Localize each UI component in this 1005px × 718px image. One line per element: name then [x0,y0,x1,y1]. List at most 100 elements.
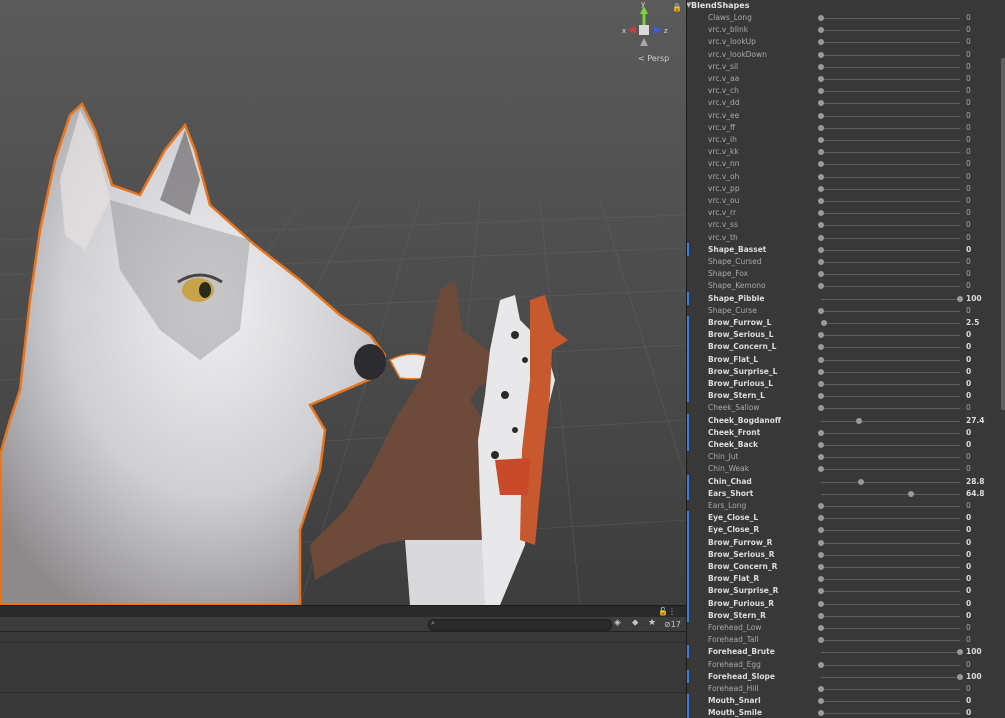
blendshape-value-field[interactable]: 0 [966,330,971,339]
slider-handle[interactable] [818,137,824,143]
blendshape-value-field[interactable]: 0 [966,440,971,449]
slider-handle[interactable] [818,39,824,46]
blendshape-value-field[interactable]: 0 [966,367,971,376]
star-icon[interactable]: ★ [648,618,656,628]
blendshape-value-field[interactable]: 100 [966,672,982,681]
slider-handle[interactable] [858,478,865,485]
blendshape-slider[interactable] [821,603,960,605]
slider-handle[interactable] [908,490,915,497]
blendshape-slider[interactable] [821,554,960,556]
blendshape-slider[interactable] [821,286,960,288]
blendshape-slider[interactable] [821,432,960,434]
slider-handle[interactable] [818,210,824,217]
blendshape-value-field[interactable]: 0 [966,196,971,205]
blendshape-value-field[interactable]: 0 [966,708,971,717]
blendshape-value-field[interactable]: 27.4 [966,416,985,425]
hidden-count[interactable]: ⊘17 [664,620,681,629]
slider-handle[interactable] [818,527,824,534]
slider-handle[interactable] [818,259,824,265]
blendshape-value-field[interactable]: 0 [966,123,971,132]
slider-handle[interactable] [818,234,824,241]
blendshape-value-field[interactable]: 0 [966,562,971,571]
blendshape-value-field[interactable]: 0 [966,550,971,559]
blendshape-value-field[interactable]: 0 [966,586,971,595]
slider-handle[interactable] [818,88,824,95]
slider-handle[interactable] [818,466,824,473]
blendshape-slider[interactable] [821,237,960,239]
blendshape-slider[interactable] [821,152,960,154]
blendshape-value-field[interactable]: 0 [966,25,971,34]
blendshape-value-field[interactable]: 64.8 [966,489,985,498]
slider-handle[interactable] [818,271,824,278]
slider-handle[interactable] [818,698,824,705]
blendshape-slider[interactable] [821,201,960,202]
blendshape-value-field[interactable]: 2.5 [966,318,979,327]
blendshape-value-field[interactable]: 0 [966,391,971,400]
blendshape-value-field[interactable]: 100 [966,647,982,656]
slider-handle[interactable] [818,539,824,546]
blendshape-slider[interactable] [821,701,960,703]
blendshape-slider[interactable] [821,676,960,678]
cube-filter-icon[interactable]: ◈ [614,618,621,628]
blendshape-slider[interactable] [821,384,960,385]
blendshape-slider[interactable] [821,176,960,178]
slider-handle[interactable] [818,625,824,631]
slider-handle[interactable] [957,673,963,680]
blendshape-value-field[interactable]: 0 [966,233,971,242]
blendshape-value-field[interactable]: 0 [966,269,971,278]
slider-handle[interactable] [818,600,824,607]
slider-handle[interactable] [818,51,824,58]
slider-handle[interactable] [818,564,824,570]
blendshape-value-field[interactable]: 0 [966,623,971,632]
slider-handle[interactable] [818,112,824,119]
blendshape-value-field[interactable]: 0 [966,464,971,473]
blendshape-slider[interactable] [821,652,960,654]
slider-handle[interactable] [818,222,824,229]
blendshape-slider[interactable] [821,615,960,617]
blendshape-slider[interactable] [821,518,960,520]
blendshape-value-field[interactable]: 0 [966,184,971,193]
tag-icon[interactable]: ⬥ [632,618,638,628]
slider-handle[interactable] [821,320,828,326]
blendshape-slider[interactable] [821,579,960,581]
blendshape-slider[interactable] [821,213,960,215]
slider-handle[interactable] [818,710,824,717]
blendshape-slider[interactable] [821,91,960,93]
blendshape-slider[interactable] [821,66,960,68]
slider-handle[interactable] [818,173,824,180]
blendshape-slider[interactable] [821,371,960,373]
lock-icon[interactable]: 🔒 [672,3,682,12]
slider-handle[interactable] [818,588,824,595]
slider-handle[interactable] [818,405,824,412]
blendshape-slider[interactable] [821,493,960,495]
slider-handle[interactable] [818,198,824,204]
slider-handle[interactable] [818,63,824,70]
slider-handle[interactable] [818,161,824,168]
blendshape-value-field[interactable]: 0 [966,281,971,290]
slider-handle[interactable] [818,27,824,34]
blendshape-slider[interactable] [821,140,960,141]
blendshape-slider[interactable] [821,310,960,312]
slider-handle[interactable] [818,551,824,558]
blendshape-value-field[interactable]: 0 [966,257,971,266]
blendshape-value-field[interactable]: 0 [966,245,971,254]
blendshape-value-field[interactable]: 0 [966,135,971,144]
blendshape-value-field[interactable]: 0 [966,147,971,156]
blendshape-value-field[interactable]: 0 [966,635,971,644]
blendshape-value-field[interactable]: 0 [966,599,971,608]
scrollbar[interactable] [1001,58,1005,410]
blendshape-value-field[interactable]: 0 [966,98,971,107]
blendshape-value-field[interactable]: 0 [966,501,971,510]
lock-icon[interactable]: 🔓⋮ [658,607,676,616]
blendshape-value-field[interactable]: 0 [966,403,971,412]
blendshape-value-field[interactable]: 28.8 [966,477,985,486]
blendshape-value-field[interactable]: 0 [966,696,971,705]
blendshape-slider[interactable] [821,506,960,507]
scene-view[interactable]: y x z 🔒 < Persp [0,0,686,605]
blendshape-value-field[interactable]: 0 [966,574,971,583]
slider-handle[interactable] [818,185,824,192]
blendshape-value-field[interactable]: 0 [966,513,971,522]
blendshape-value-field[interactable]: 0 [966,342,971,351]
blendshape-value-field[interactable]: 0 [966,208,971,217]
slider-handle[interactable] [818,576,824,583]
